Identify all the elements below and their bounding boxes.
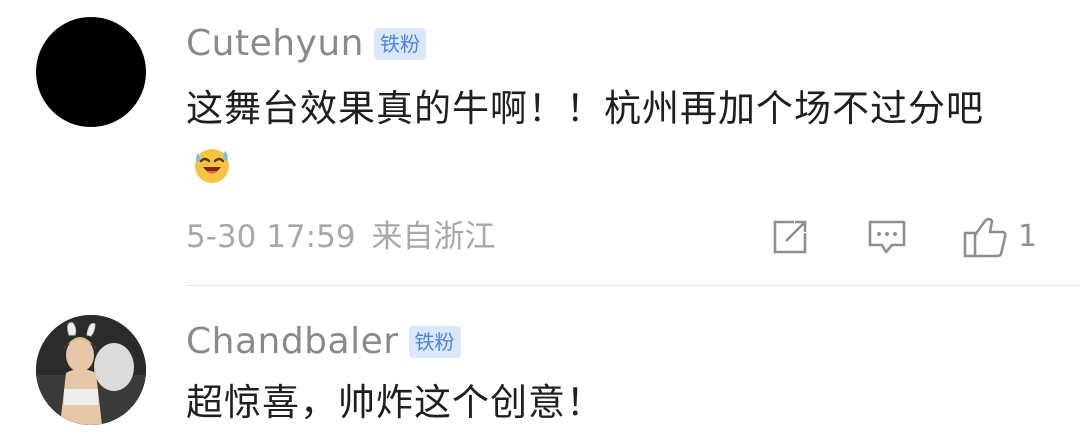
comment-location: 来自浙江 [371,219,496,255]
avatar[interactable] [36,315,146,425]
comment-item: Cutehyun 铁粉 这舞台效果真的牛啊！！杭州再加个场不过分吧 5-30 1… [0,0,1080,285]
fan-badge: 铁粉 [373,28,426,60]
share-button[interactable] [770,212,810,262]
comment-text: 这舞台效果真的牛啊！！杭州再加个场不过分吧 [186,80,1026,196]
laughing-crying-emoji-icon [195,148,229,183]
comment-body: 这舞台效果真的牛啊！！杭州再加个场不过分吧 [186,87,984,130]
like-count: 1 [1018,219,1038,254]
avatar-photo-icon [36,315,146,425]
username[interactable]: Chandbaler [186,320,399,364]
reply-button[interactable] [866,212,908,262]
thumbs-up-icon [963,217,1007,258]
moon-icon [107,50,113,59]
share-icon [773,220,807,254]
comment-item: Chandbaler 铁粉 超惊喜，帅炸这个创意！ [0,286,1080,447]
username-row: Cutehyun 铁粉 [186,22,426,66]
comment-body: 超惊喜，帅炸这个创意！ [186,381,604,424]
comment-date: 5-30 17:59 [186,219,356,255]
comment-meta: 5-30 17:59 来自浙江 [186,212,496,262]
username-row: Chandbaler 铁粉 [186,320,461,364]
fan-badge: 铁粉 [408,326,461,358]
like-button[interactable]: 1 [962,212,1037,262]
username[interactable]: Cutehyun [186,22,364,66]
comment-text: 超惊喜，帅炸这个创意！ [186,374,1026,432]
reply-icon [868,220,906,254]
avatar[interactable] [36,17,146,127]
